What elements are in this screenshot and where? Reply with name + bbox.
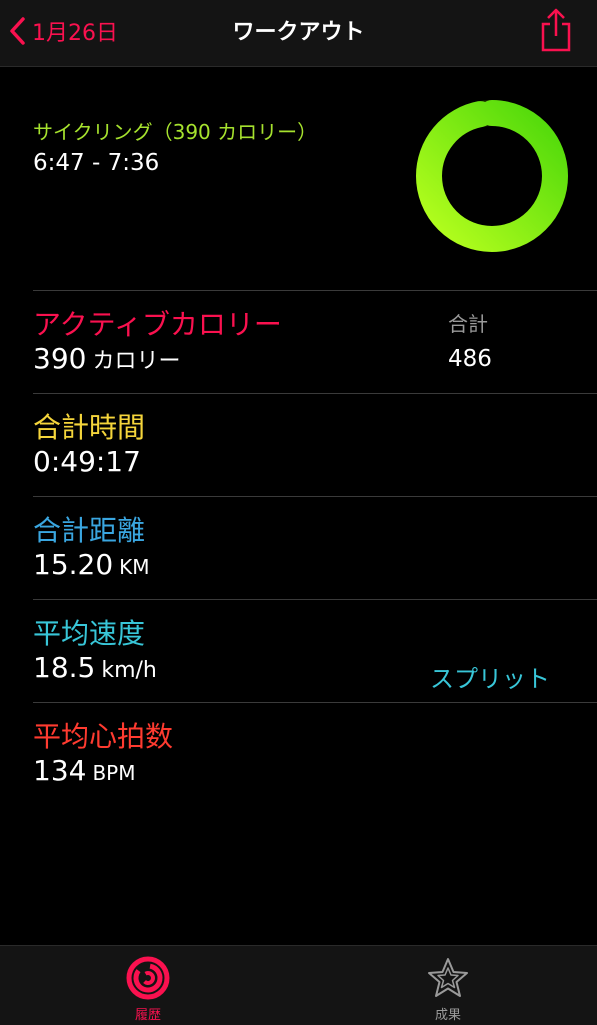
average-heart-rate-value-line: 134 BPM — [33, 754, 136, 787]
divider — [33, 702, 597, 703]
workout-time-range: 6:47 - 7:36 — [33, 150, 160, 176]
metric-average-speed: 平均速度 18.5 km/h スプリット — [0, 599, 597, 702]
average-speed-value-line: 18.5 km/h — [33, 651, 157, 684]
average-heart-rate-value: 134 — [33, 754, 87, 787]
share-button[interactable] — [539, 8, 573, 56]
total-distance-unit: KM — [119, 555, 150, 579]
activity-ring — [416, 100, 568, 252]
splits-button[interactable]: スプリット — [430, 659, 550, 694]
metric-active-calories: アクティブカロリー 390 カロリー 合計 486 — [0, 290, 597, 393]
active-calories-label: アクティブカロリー — [33, 308, 282, 341]
divider — [33, 599, 597, 600]
tab-achievements-label: 成果 — [434, 1008, 461, 1023]
active-calories-value: 390 — [33, 342, 87, 375]
tab-history[interactable]: 履歴 — [98, 956, 198, 1023]
average-heart-rate-label: 平均心拍数 — [33, 720, 174, 753]
total-distance-label: 合計距離 — [33, 514, 146, 547]
page-title: ワークアウト — [232, 20, 365, 45]
share-icon — [541, 8, 571, 52]
divider — [33, 393, 597, 394]
total-distance-value-line: 15.20 KM — [33, 548, 150, 581]
divider — [33, 496, 597, 497]
active-calories-value-line: 390 カロリー — [33, 342, 180, 375]
active-calories-unit: カロリー — [92, 349, 181, 374]
navigation-bar: 1月26日 ワークアウト — [0, 0, 597, 67]
average-heart-rate-unit: BPM — [92, 761, 136, 785]
tab-bar: 履歴 成果 — [0, 945, 597, 1025]
average-speed-label: 平均速度 — [33, 617, 146, 650]
total-time-value: 0:49:17 — [33, 445, 141, 478]
history-rings-icon — [126, 956, 170, 1000]
workout-title: サイクリング（390 カロリー） — [33, 120, 318, 144]
divider — [33, 290, 597, 291]
total-time-label: 合計時間 — [33, 411, 146, 444]
star-icon — [428, 958, 468, 997]
tab-history-label: 履歴 — [134, 1008, 161, 1023]
average-speed-unit: km/h — [101, 658, 157, 683]
metric-total-distance: 合計距離 15.20 KM — [0, 496, 597, 599]
workout-summary: サイクリング（390 カロリー） 6:47 - 7:36 — [0, 66, 597, 290]
total-calories-value: 486 — [448, 346, 492, 372]
average-speed-value: 18.5 — [33, 651, 96, 684]
metric-total-time: 合計時間 0:49:17 — [0, 393, 597, 496]
tab-achievements[interactable]: 成果 — [398, 956, 498, 1023]
total-calories-label: 合計 — [448, 312, 488, 336]
total-distance-value: 15.20 — [33, 548, 114, 581]
metric-average-heart-rate: 平均心拍数 134 BPM — [0, 702, 597, 805]
